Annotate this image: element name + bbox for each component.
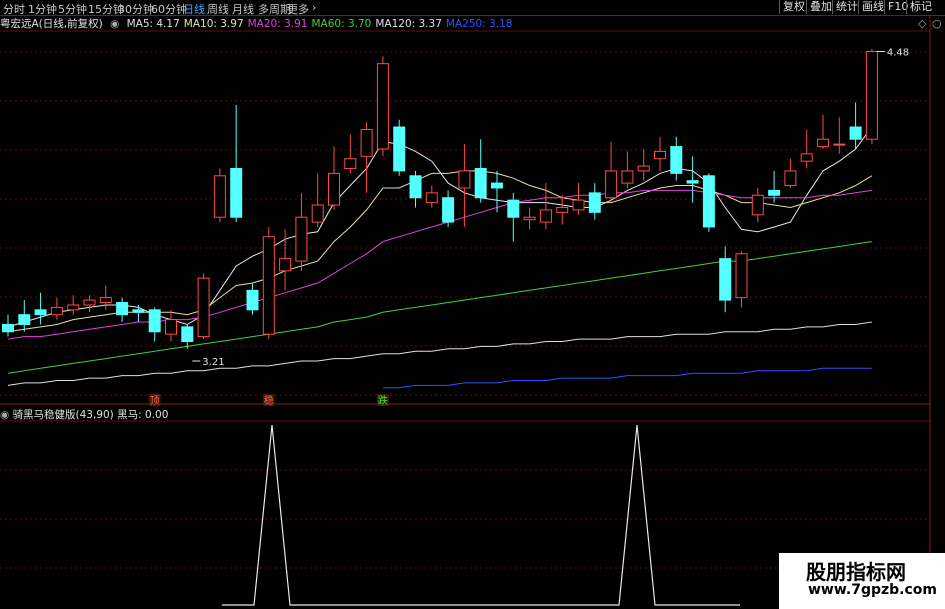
candle-body bbox=[833, 143, 846, 146]
signal-marker: 跌 bbox=[378, 394, 388, 407]
candle-body bbox=[18, 314, 31, 325]
candle-body bbox=[425, 192, 438, 204]
candle-body bbox=[34, 309, 47, 316]
price-annotation: 4.48 bbox=[887, 47, 909, 58]
candle-body bbox=[99, 297, 112, 304]
candle-body bbox=[735, 253, 748, 299]
candle-body bbox=[849, 126, 862, 140]
candle-body bbox=[262, 236, 275, 335]
expand-icon: ◇ bbox=[918, 17, 927, 30]
candle-body bbox=[491, 182, 503, 189]
candle-body bbox=[246, 289, 259, 311]
watermark-title: 股朋指标网 bbox=[806, 560, 906, 584]
candle-body bbox=[442, 197, 455, 223]
candle-body bbox=[507, 199, 520, 218]
candle-body bbox=[784, 170, 797, 187]
candle-body bbox=[376, 63, 389, 150]
candle-body bbox=[393, 126, 406, 172]
kline-chart[interactable]: 4.48 3.21 顶 稳 跌 ◇ ○ bbox=[0, 0, 945, 609]
candle-body bbox=[360, 128, 373, 157]
candle-body bbox=[197, 277, 210, 338]
candle-body bbox=[409, 175, 422, 199]
candle-body bbox=[556, 206, 569, 213]
candle-body bbox=[572, 199, 585, 211]
close-icon: ○ bbox=[932, 17, 942, 30]
candle-body bbox=[800, 153, 813, 162]
candle-body bbox=[670, 146, 683, 174]
candle-body bbox=[83, 299, 96, 306]
candle-body bbox=[67, 304, 80, 311]
candle-body bbox=[654, 150, 666, 160]
candle-body bbox=[702, 175, 715, 228]
candle-body bbox=[230, 167, 243, 218]
candle-body bbox=[751, 194, 764, 216]
candle-body bbox=[50, 306, 63, 316]
candle-body bbox=[148, 309, 161, 333]
candle-body bbox=[181, 326, 194, 343]
candle-body bbox=[2, 323, 14, 333]
signal-marker: 稳 bbox=[264, 394, 274, 407]
candle-body bbox=[523, 216, 536, 221]
candle-body bbox=[865, 50, 878, 140]
candle-body bbox=[588, 192, 601, 213]
candle-body bbox=[311, 204, 324, 223]
candle-body bbox=[279, 258, 292, 272]
candle-body bbox=[474, 167, 487, 199]
candle-body bbox=[621, 170, 634, 184]
signal-marker: 顶 bbox=[150, 395, 160, 407]
candle-body bbox=[295, 216, 308, 262]
candle-body bbox=[165, 319, 177, 335]
candle-body bbox=[458, 170, 471, 189]
candle-body bbox=[539, 209, 552, 223]
candle-body bbox=[132, 309, 145, 313]
candle-body bbox=[817, 138, 829, 148]
candle-body bbox=[116, 302, 129, 316]
candle-body bbox=[328, 172, 340, 206]
candle-body bbox=[768, 189, 781, 196]
candle-body bbox=[213, 175, 226, 218]
candle-body bbox=[686, 180, 699, 184]
candle-body bbox=[719, 258, 732, 301]
ma-line-MA250 bbox=[382, 367, 872, 389]
watermark-url: www.7gpzb.com bbox=[808, 582, 938, 598]
candle-body bbox=[605, 170, 618, 199]
indicator-line bbox=[222, 424, 740, 606]
candle-body bbox=[637, 165, 650, 172]
price-annotation: 3.21 bbox=[202, 357, 224, 368]
candle-body bbox=[344, 158, 357, 169]
